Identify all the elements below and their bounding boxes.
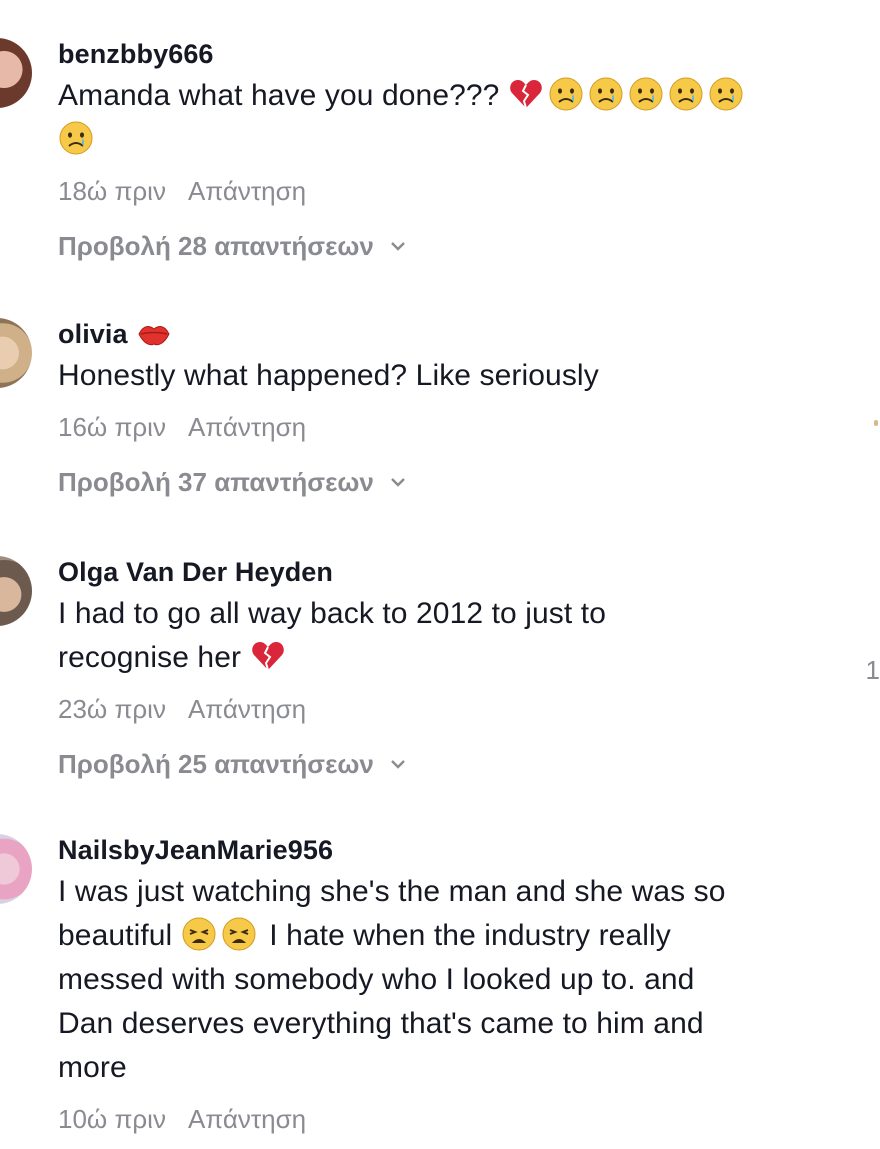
view-replies-label: Προβολή 37 απαντήσεων	[58, 466, 374, 497]
comment-text: Amanda what have you done???	[58, 74, 860, 162]
view-replies-label: Προβολή 28 απαντήσεων	[58, 230, 374, 261]
comment-content: benzbby666 Amanda what have you done??? …	[58, 38, 860, 264]
username-label: benzbby666	[58, 39, 214, 69]
crying-face-icon	[58, 120, 94, 156]
reply-button[interactable]: Απάντηση	[188, 176, 306, 207]
avatar[interactable]	[0, 38, 32, 108]
broken-heart-icon	[250, 638, 286, 674]
timestamp: 23ώ πριν	[58, 693, 166, 724]
username[interactable]: NailsbyJeanMarie956	[58, 834, 860, 866]
avatar[interactable]	[0, 556, 32, 626]
comment-text-line: beautiful	[58, 919, 173, 952]
crying-face-icon	[628, 76, 664, 112]
comment-meta: 16ώ πριν Απάντηση	[58, 410, 860, 444]
view-replies-button[interactable]: Προβολή 28 απαντήσεων	[58, 228, 860, 264]
comment-text: I had to go all way back to 2012 to just…	[58, 592, 860, 680]
comment-text: I was just watching she's the man and sh…	[58, 870, 860, 1090]
edge-decoration	[874, 420, 878, 426]
comment-meta: 18ώ πριν Απάντηση	[58, 174, 860, 208]
edge-like-count: 1	[865, 655, 880, 685]
timestamp: 10ώ πριν	[58, 1103, 166, 1134]
broken-heart-icon	[508, 76, 544, 112]
comment-meta: 10ώ πριν Απάντηση	[58, 1102, 860, 1136]
comment-text-line: Dan deserves everything that's came to h…	[58, 1007, 704, 1040]
comment-text-line: recognise her	[58, 641, 242, 674]
weary-face-icon	[181, 916, 217, 952]
reply-button[interactable]: Απάντηση	[188, 412, 306, 443]
reply-button[interactable]: Απάντηση	[188, 694, 306, 725]
username[interactable]: Olga Van Der Heyden	[58, 556, 860, 588]
view-replies-label: Προβολή 25 απαντήσεων	[58, 748, 374, 779]
timestamp: 16ώ πριν	[58, 411, 166, 442]
comment-text-line: I was just watching she's the man and sh…	[58, 875, 726, 908]
crying-face-icon	[588, 76, 624, 112]
comment-text-line: I hate when the industry really	[269, 919, 671, 952]
comment-text-body: Honestly what happened? Like seriously	[58, 359, 599, 392]
comment-text: Honestly what happened? Like seriously	[58, 354, 860, 398]
comment-content: Olga Van Der Heyden I had to go all way …	[58, 556, 860, 782]
crying-face-icon	[548, 76, 584, 112]
chevron-down-icon	[391, 760, 405, 769]
comment-text-line: more	[58, 1051, 127, 1084]
comment-text-line: messed with somebody who I looked up to.…	[58, 963, 695, 996]
kiss-lips-icon	[136, 316, 172, 352]
timestamp: 18ώ πριν	[58, 175, 166, 206]
avatar[interactable]	[0, 318, 32, 388]
comment-text-body: Amanda what have you done???	[58, 79, 500, 112]
comment-text-line: I had to go all way back to 2012 to just…	[58, 597, 606, 630]
username-label: Olga Van Der Heyden	[58, 557, 333, 587]
comment-content: olivia Honestly what happened? Like seri…	[58, 318, 860, 500]
crying-face-icon	[708, 76, 744, 112]
view-replies-button[interactable]: Προβολή 25 απαντήσεων	[58, 746, 860, 782]
chevron-down-icon	[391, 242, 405, 251]
reply-button[interactable]: Απάντηση	[188, 1104, 306, 1135]
comment-meta: 23ώ πριν Απάντηση	[58, 692, 860, 726]
username[interactable]: benzbby666	[58, 38, 860, 70]
chevron-down-icon	[391, 478, 405, 487]
avatar[interactable]	[0, 834, 32, 904]
username-label: NailsbyJeanMarie956	[58, 835, 334, 865]
weary-face-icon	[221, 916, 257, 952]
view-replies-button[interactable]: Προβολή 37 απαντήσεων	[58, 464, 860, 500]
comment-content: NailsbyJeanMarie956 I was just watching …	[58, 834, 860, 1136]
username-label: olivia	[58, 319, 128, 349]
crying-face-icon	[668, 76, 704, 112]
username[interactable]: olivia	[58, 318, 860, 350]
